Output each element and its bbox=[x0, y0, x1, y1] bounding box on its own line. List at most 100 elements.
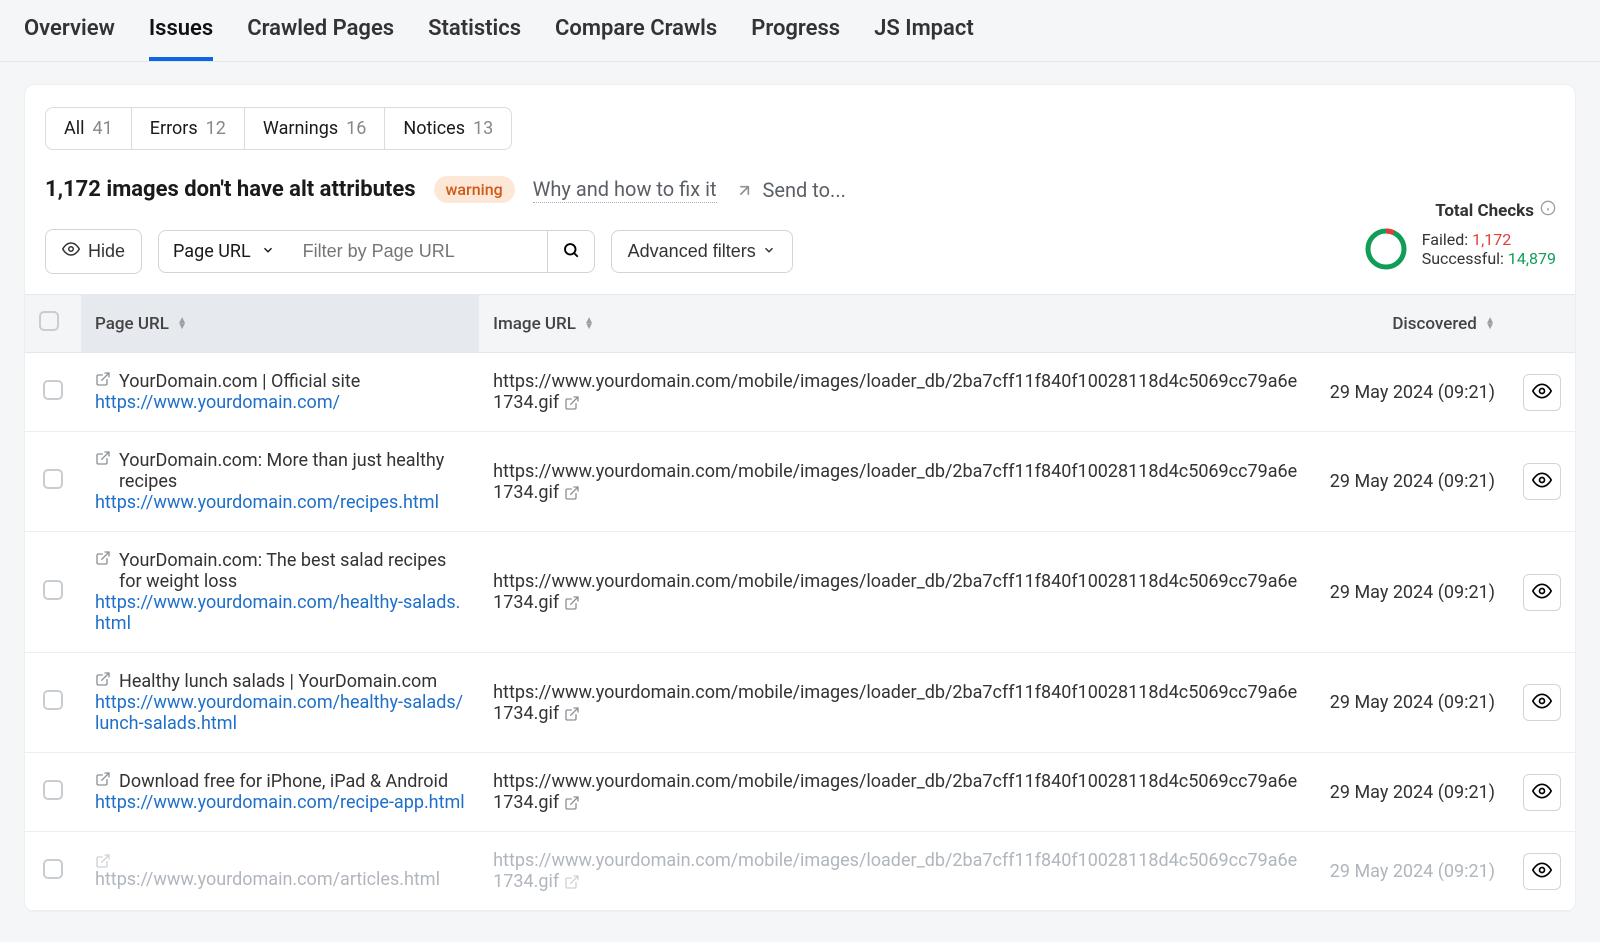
external-link-icon[interactable] bbox=[564, 395, 580, 411]
external-link-icon[interactable] bbox=[95, 671, 111, 687]
eye-icon bbox=[1532, 860, 1552, 883]
row-checkbox[interactable] bbox=[43, 469, 63, 489]
view-button[interactable] bbox=[1523, 574, 1561, 611]
external-link-icon[interactable] bbox=[564, 595, 580, 611]
nav-tabs: Overview Issues Crawled Pages Statistics Com… bbox=[0, 0, 1600, 62]
filter-tab-notices[interactable]: Notices 13 bbox=[385, 108, 511, 149]
discovered-date: 29 May 2024 (09:21) bbox=[1330, 582, 1495, 603]
row-checkbox[interactable] bbox=[43, 859, 63, 879]
select-all-checkbox[interactable] bbox=[39, 311, 59, 331]
successful-value: 14,879 bbox=[1508, 249, 1556, 268]
external-link-icon[interactable] bbox=[564, 485, 580, 501]
chevron-down-icon bbox=[261, 241, 275, 262]
image-url: https://www.yourdomain.com/mobile/images… bbox=[493, 850, 1297, 892]
search-button[interactable] bbox=[547, 230, 595, 273]
page-url-link[interactable]: https://www.yourdomain.com/recipes.html bbox=[95, 492, 439, 513]
nav-tab-crawled-pages[interactable]: Crawled Pages bbox=[247, 16, 394, 61]
sort-icon: ▲▼ bbox=[1485, 318, 1495, 330]
stats-title: Total Checks bbox=[1435, 201, 1534, 221]
table-row: Download free for iPhone, iPad & Android… bbox=[25, 753, 1575, 832]
discovered-date: 29 May 2024 (09:21) bbox=[1330, 692, 1495, 713]
table-row: YourDomain.com | Official sitehttps://ww… bbox=[25, 353, 1575, 432]
external-link-icon[interactable] bbox=[95, 450, 111, 466]
external-link-icon[interactable] bbox=[95, 771, 111, 787]
advanced-filters-label: Advanced filters bbox=[628, 241, 756, 262]
issue-header: 1,172 images don't have alt attributes w… bbox=[45, 176, 1555, 203]
eye-icon bbox=[1532, 381, 1552, 404]
filter-tab-warnings[interactable]: Warnings 16 bbox=[245, 108, 385, 149]
send-to-label: Send to... bbox=[763, 178, 846, 202]
external-link-icon[interactable] bbox=[564, 706, 580, 722]
send-to-button[interactable]: Send to... bbox=[735, 178, 846, 202]
filter-tabs: All 41Errors 12Warnings 16Notices 13 bbox=[45, 107, 512, 150]
eye-icon bbox=[1532, 691, 1552, 714]
select-all-header bbox=[25, 295, 81, 353]
page-url-link[interactable]: https://www.yourdomain.com/recipe-app.ht… bbox=[95, 792, 465, 813]
column-actions bbox=[1509, 295, 1575, 353]
row-checkbox[interactable] bbox=[43, 690, 63, 710]
filter-input[interactable] bbox=[289, 230, 547, 273]
eye-icon bbox=[1532, 581, 1552, 604]
image-url: https://www.yourdomain.com/mobile/images… bbox=[493, 371, 1297, 413]
sort-icon: ▲▼ bbox=[584, 318, 594, 330]
filter-field-select[interactable]: Page URL bbox=[158, 230, 289, 273]
page-url-link[interactable]: https://www.yourdomain.com/ bbox=[95, 392, 340, 413]
page-title: YourDomain.com: More than just healthy r… bbox=[119, 450, 465, 492]
filter-input-group: Page URL bbox=[158, 230, 595, 273]
nav-tab-issues[interactable]: Issues bbox=[149, 16, 213, 61]
hide-label: Hide bbox=[88, 241, 125, 262]
image-url: https://www.yourdomain.com/mobile/images… bbox=[493, 771, 1297, 813]
view-button[interactable] bbox=[1523, 684, 1561, 721]
external-link-icon[interactable] bbox=[95, 853, 111, 869]
nav-tab-statistics[interactable]: Statistics bbox=[428, 16, 521, 61]
image-url: https://www.yourdomain.com/mobile/images… bbox=[493, 461, 1297, 503]
external-link-icon[interactable] bbox=[564, 874, 580, 890]
page-url-link[interactable]: https://www.yourdomain.com/healthy-salad… bbox=[95, 592, 460, 634]
filter-tab-errors[interactable]: Errors 12 bbox=[132, 108, 245, 149]
share-arrow-icon bbox=[735, 180, 755, 200]
page-url-link[interactable]: https://www.yourdomain.com/articles.html bbox=[95, 869, 440, 890]
total-checks-widget: Total Checks Failed: 1,172 Successful: 1… bbox=[1364, 200, 1556, 271]
nav-tab-overview[interactable]: Overview bbox=[24, 16, 115, 61]
external-link-icon[interactable] bbox=[95, 550, 111, 566]
page-url-link[interactable]: https://www.yourdomain.com/healthy-salad… bbox=[95, 692, 463, 734]
issues-panel: All 41Errors 12Warnings 16Notices 13 1,1… bbox=[24, 84, 1576, 912]
sort-icon: ▲▼ bbox=[177, 318, 187, 330]
discovered-date: 29 May 2024 (09:21) bbox=[1330, 471, 1495, 492]
stats-donut-icon bbox=[1364, 227, 1408, 271]
page-title: Download free for iPhone, iPad & Android bbox=[119, 771, 448, 792]
hide-button[interactable]: Hide bbox=[45, 229, 142, 274]
successful-label: Successful: bbox=[1422, 249, 1504, 268]
column-image-url[interactable]: Image URL ▲▼ bbox=[479, 295, 1316, 353]
table-row: Healthy lunch salads | YourDomain.comhtt… bbox=[25, 653, 1575, 753]
discovered-date: 29 May 2024 (09:21) bbox=[1330, 782, 1495, 803]
info-icon[interactable] bbox=[1540, 200, 1556, 221]
image-url: https://www.yourdomain.com/mobile/images… bbox=[493, 682, 1297, 724]
filter-tab-all[interactable]: All 41 bbox=[46, 108, 132, 149]
discovered-date: 29 May 2024 (09:21) bbox=[1330, 382, 1495, 403]
table-row: https://www.yourdomain.com/articles.html… bbox=[25, 832, 1575, 911]
view-button[interactable] bbox=[1523, 774, 1561, 811]
discovered-date: 29 May 2024 (09:21) bbox=[1330, 861, 1495, 882]
external-link-icon[interactable] bbox=[95, 371, 111, 387]
row-checkbox[interactable] bbox=[43, 580, 63, 600]
search-icon bbox=[562, 241, 580, 262]
nav-tab-compare-crawls[interactable]: Compare Crawls bbox=[555, 16, 717, 61]
nav-tab-progress[interactable]: Progress bbox=[751, 16, 840, 61]
filter-field-label: Page URL bbox=[173, 241, 251, 262]
column-discovered[interactable]: Discovered ▲▼ bbox=[1316, 295, 1509, 353]
page-title: YourDomain.com | Official site bbox=[119, 371, 360, 392]
external-link-icon[interactable] bbox=[564, 795, 580, 811]
page-title: Healthy lunch salads | YourDomain.com bbox=[119, 671, 437, 692]
eye-icon bbox=[62, 240, 80, 263]
row-checkbox[interactable] bbox=[43, 380, 63, 400]
chevron-down-icon bbox=[762, 241, 776, 262]
row-checkbox[interactable] bbox=[43, 780, 63, 800]
view-button[interactable] bbox=[1523, 463, 1561, 500]
nav-tab-js-impact[interactable]: JS Impact bbox=[874, 16, 974, 61]
how-to-fix-link[interactable]: Why and how to fix it bbox=[533, 177, 717, 203]
advanced-filters-button[interactable]: Advanced filters bbox=[611, 230, 793, 273]
column-page-url[interactable]: Page URL ▲▼ bbox=[81, 295, 479, 353]
view-button[interactable] bbox=[1523, 853, 1561, 890]
view-button[interactable] bbox=[1523, 374, 1561, 411]
